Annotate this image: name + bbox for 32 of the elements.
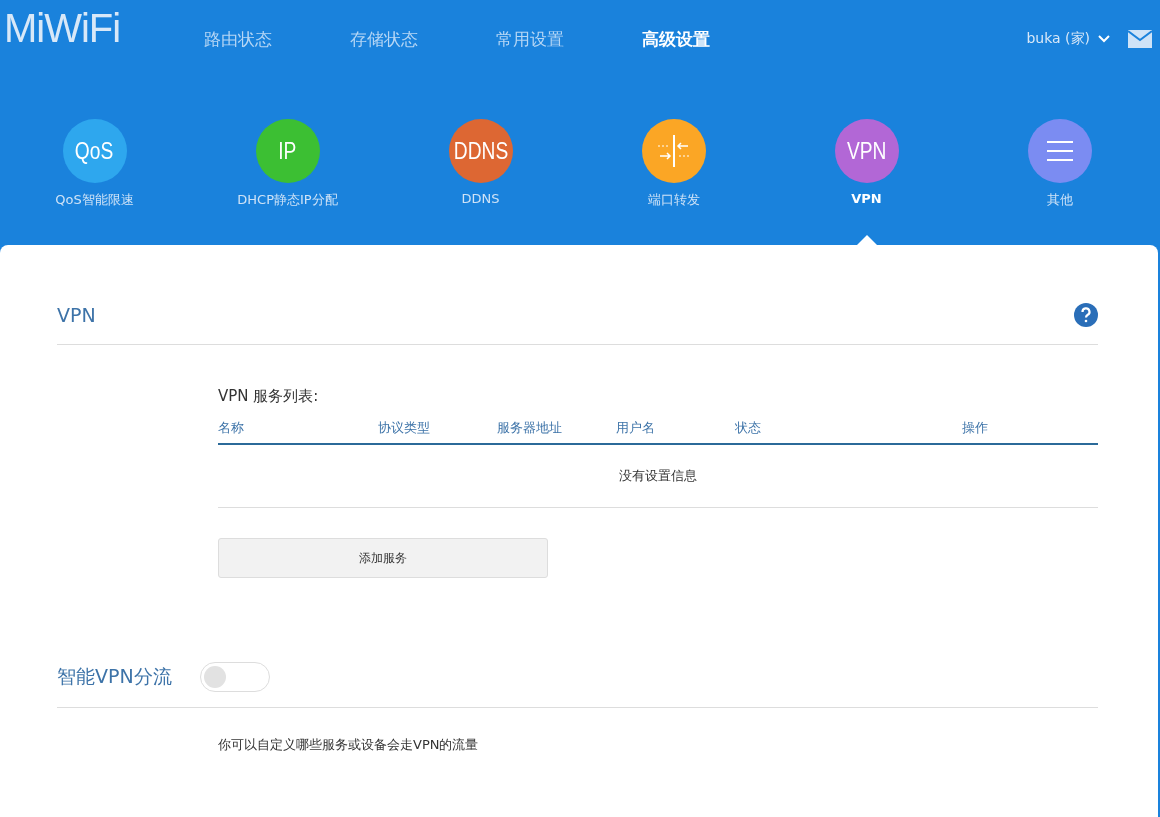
- nav-tab[interactable]: 路由状态: [204, 27, 272, 51]
- description-text: 你可以自定义哪些服务或设备会走VPN的流量: [218, 736, 480, 754]
- logo: MiWiFi: [4, 6, 122, 50]
- column-header: 操作: [962, 419, 989, 437]
- column-header: 服务器地址: [497, 419, 563, 437]
- feature-label[interactable]: QoS智能限速: [55, 191, 134, 209]
- feature-label[interactable]: DHCP静态IP分配: [237, 191, 338, 209]
- nav-tab[interactable]: 存储状态: [350, 27, 418, 51]
- column-header: 状态: [735, 419, 762, 437]
- column-header: 协议类型: [378, 419, 431, 437]
- help-icon[interactable]: [1074, 302, 1098, 327]
- section-title: VPN: [57, 303, 96, 326]
- nav-tab[interactable]: 高级设置: [642, 27, 710, 51]
- user-menu[interactable]: buka (家): [1026, 30, 1110, 48]
- list-title: VPN 服务列表:: [218, 387, 320, 406]
- feature-icon[interactable]: DDNS: [448, 119, 513, 183]
- add-service-button[interactable]: 添加服务: [218, 538, 548, 578]
- column-header: 名称: [218, 419, 245, 437]
- mail-icon[interactable]: [1128, 30, 1152, 48]
- section-title: 智能VPN分流: [57, 663, 172, 689]
- feature-label[interactable]: DDNS: [461, 191, 500, 206]
- toggle-switch[interactable]: [199, 661, 270, 692]
- feature-label[interactable]: 其他: [1046, 191, 1073, 209]
- feature-icon[interactable]: IP: [255, 119, 320, 183]
- feature-icon[interactable]: VPN: [834, 119, 899, 183]
- caret-icon: [1098, 35, 1110, 43]
- feature-label[interactable]: 端口转发: [647, 191, 700, 209]
- nav-tab[interactable]: 常用设置: [496, 27, 564, 51]
- feature-icon[interactable]: QoS: [62, 119, 127, 183]
- column-header: 用户名: [616, 419, 656, 437]
- feature-label[interactable]: VPN: [851, 191, 882, 206]
- empty-message: 没有设置信息: [619, 468, 697, 483]
